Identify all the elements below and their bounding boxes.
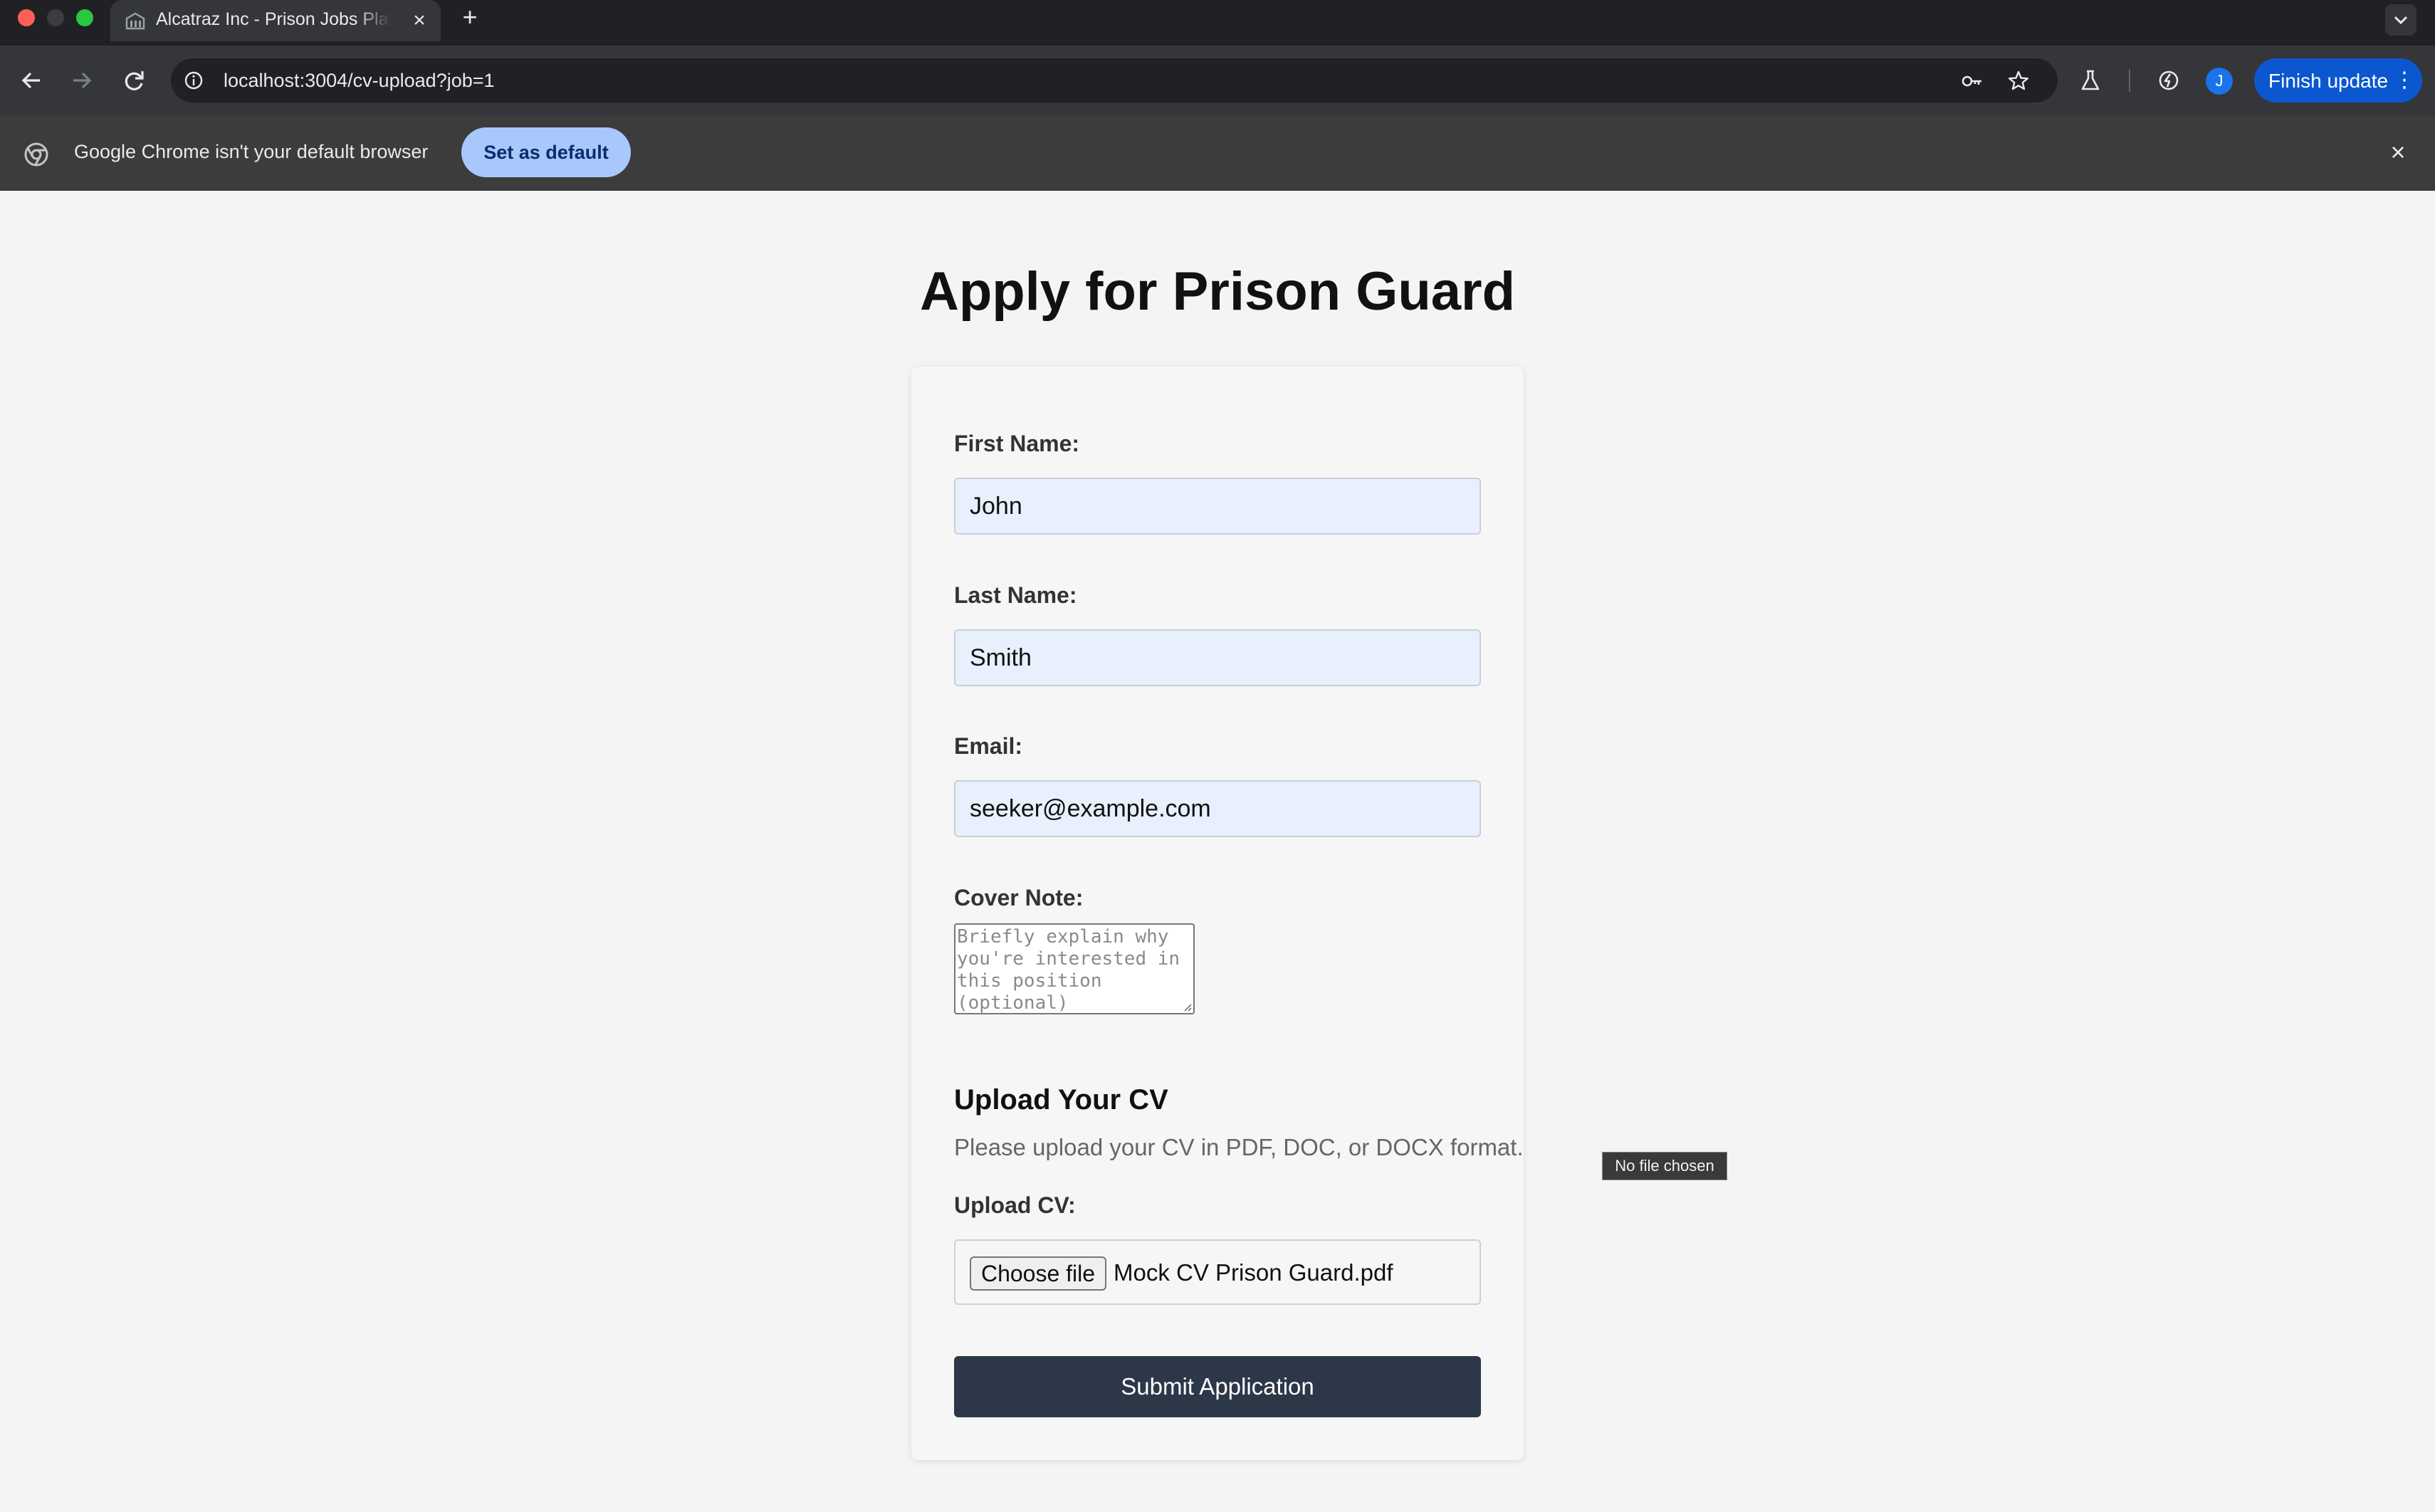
last-name-label: Last Name: — [954, 582, 1077, 608]
building-icon — [125, 12, 145, 30]
set-as-default-button[interactable]: Set as default — [461, 127, 631, 177]
reload-icon[interactable] — [118, 65, 150, 96]
window-minimize-button[interactable] — [47, 9, 64, 26]
finish-update-button[interactable]: Finish update ⋮ — [2254, 58, 2422, 103]
file-input-tooltip: No file chosen — [1602, 1152, 1727, 1180]
browser-tab-active[interactable]: Alcatraz Inc - Prison Jobs Platform × — [110, 0, 441, 41]
selected-file-name: Mock CV Prison Guard.pdf — [1114, 1259, 1393, 1286]
forward-arrow-icon[interactable] — [66, 65, 98, 96]
labs-flask-icon[interactable] — [2078, 68, 2103, 93]
browser-toolbar: localhost:3004/cv-upload?job=1 J Finish … — [0, 46, 2435, 115]
upload-section-heading: Upload Your CV — [954, 1084, 1168, 1115]
tab-strip: Alcatraz Inc - Prison Jobs Platform × + — [0, 0, 2435, 46]
window-maximize-button[interactable] — [76, 9, 93, 26]
cover-note-label: Cover Note: — [954, 885, 1084, 910]
resize-grip-icon[interactable] — [1182, 1002, 1192, 1012]
application-form-card: First Name: John Last Name: Smith Email:… — [911, 367, 1524, 1460]
first-name-field[interactable]: John — [954, 478, 1481, 535]
back-arrow-icon[interactable] — [16, 65, 47, 96]
toolbar-divider — [2129, 69, 2130, 92]
infobar-close-icon[interactable]: × — [2385, 140, 2411, 165]
cover-note-textarea[interactable]: Briefly explain why you're interested in… — [954, 923, 1195, 1014]
default-browser-infobar: Google Chrome isn't your default browser… — [0, 115, 2435, 191]
window-close-button[interactable] — [18, 9, 35, 26]
tab-close-icon[interactable]: × — [408, 9, 431, 32]
new-tab-button[interactable]: + — [457, 4, 483, 30]
address-bar[interactable]: localhost:3004/cv-upload?job=1 — [171, 58, 2058, 103]
last-name-field[interactable]: Smith — [954, 629, 1481, 686]
submit-application-button[interactable]: Submit Application — [954, 1356, 1481, 1417]
first-name-label: First Name: — [954, 431, 1080, 456]
cv-file-input[interactable]: Choose file Mock CV Prison Guard.pdf — [954, 1239, 1481, 1305]
tab-title: Alcatraz Inc - Prison Jobs Platform — [156, 9, 391, 29]
cover-note-placeholder: Briefly explain why you're interested in… — [957, 926, 1180, 1014]
chrome-logo-icon — [24, 142, 48, 167]
upload-cv-label: Upload CV: — [954, 1192, 1076, 1218]
more-menu-icon[interactable]: ⋮ — [2394, 68, 2415, 93]
page-title: Apply for Prison Guard — [919, 261, 1516, 322]
choose-file-button[interactable]: Choose file — [970, 1256, 1106, 1291]
url-text[interactable]: localhost:3004/cv-upload?job=1 — [224, 70, 495, 93]
email-label: Email: — [954, 733, 1023, 759]
email-field[interactable]: seeker@example.com — [954, 780, 1481, 837]
profile-avatar[interactable]: J — [2206, 68, 2233, 95]
upload-help-text: Please upload your CV in PDF, DOC, or DO… — [954, 1134, 1524, 1160]
performance-icon[interactable] — [2156, 68, 2182, 93]
chevron-down-icon — [2394, 16, 2408, 25]
tab-search-button[interactable] — [2385, 4, 2416, 36]
site-info-icon[interactable] — [184, 70, 204, 90]
bookmark-star-icon[interactable] — [2006, 69, 2031, 93]
infobar-message: Google Chrome isn't your default browser — [74, 141, 429, 162]
password-key-icon[interactable] — [1959, 69, 1984, 93]
finish-update-label: Finish update — [2268, 70, 2389, 92]
